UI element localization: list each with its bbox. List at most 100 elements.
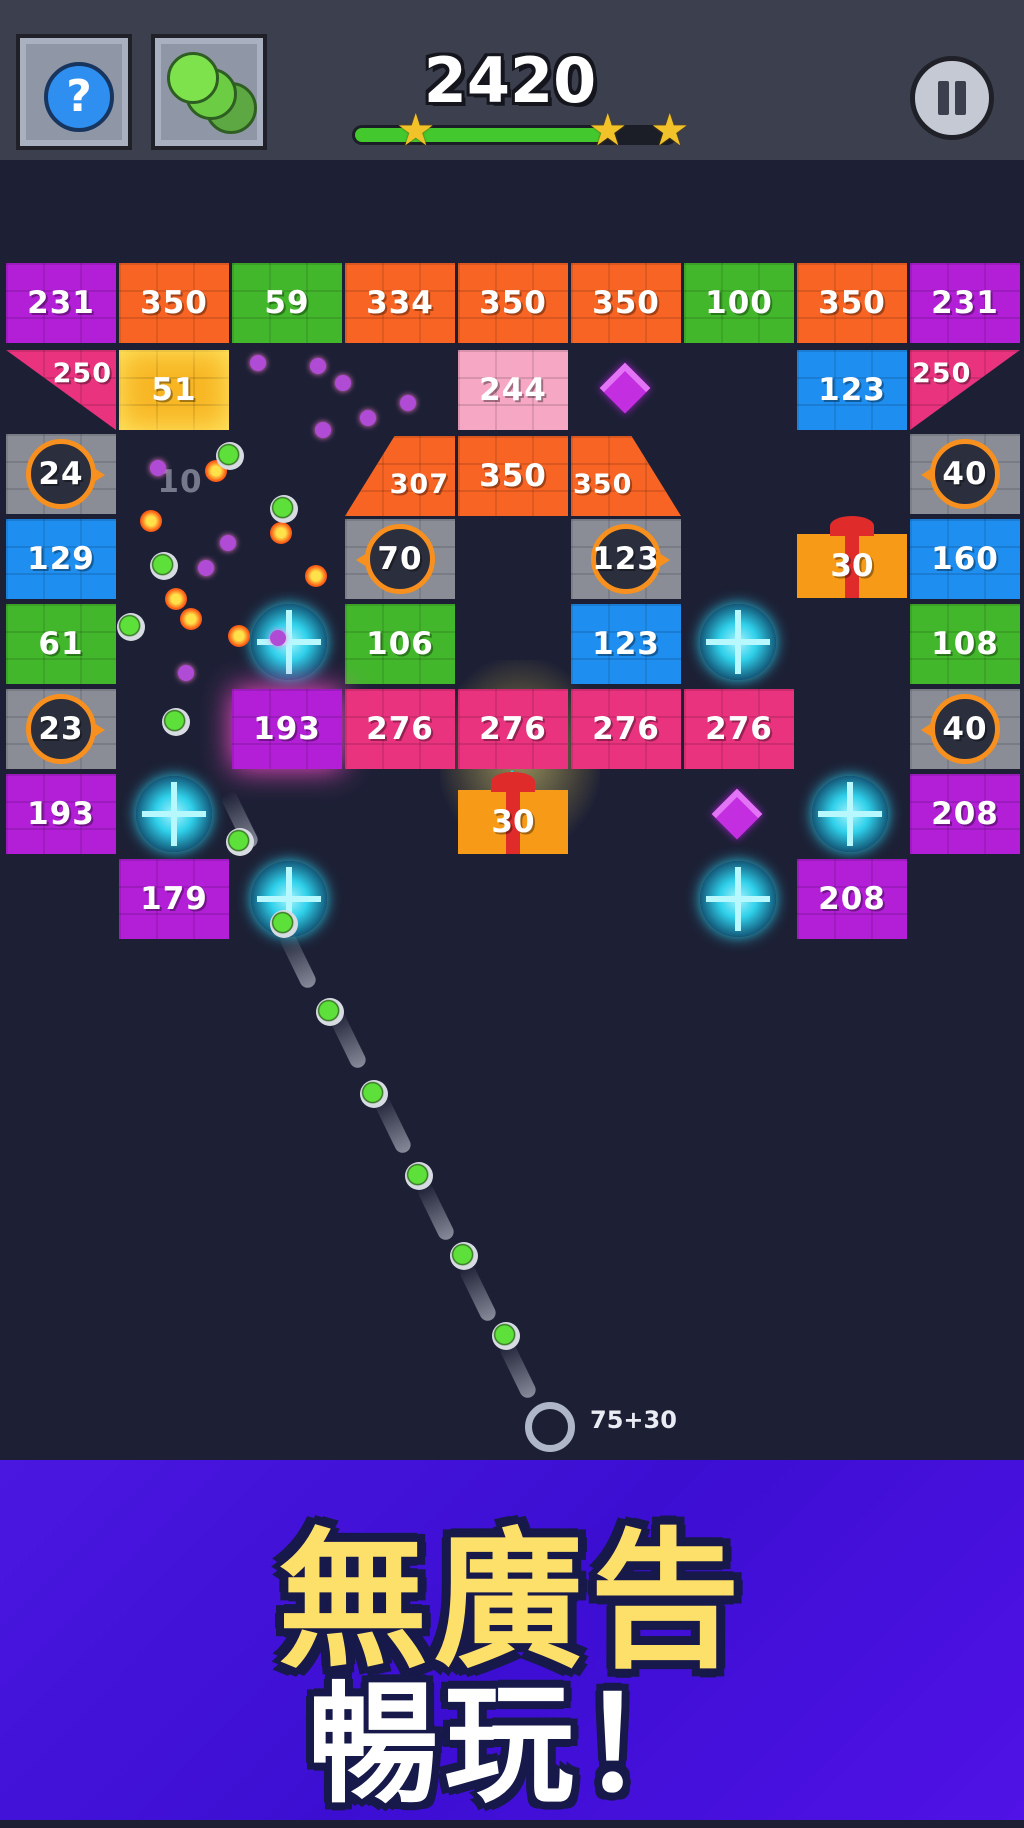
brick: 123 [571,604,681,684]
badge-brick: 40 [910,689,1020,769]
banner-subline: 暢玩！ [307,1669,716,1821]
triangle-brick: 250 [6,350,116,430]
brick: 276 [345,689,455,769]
brick: 59 [232,263,342,343]
fire-effect [270,522,292,544]
brick: 334 [345,263,455,343]
spark [198,560,214,576]
triangle-brick: 250 [910,350,1020,430]
top-hud: ? 2420 ★ ★ ★ [0,0,1024,160]
ball-trail [415,1181,457,1243]
spark [150,460,166,476]
spark [178,665,194,681]
spark [360,410,376,426]
cross-powerup-icon [700,861,776,937]
badge-value: 123 [592,541,660,577]
pause-button[interactable] [910,56,994,140]
badge-brick: 123 [571,519,681,599]
fire-effect [165,588,187,610]
fire-effect [228,625,250,647]
spark [335,375,351,391]
ball [492,1322,520,1350]
ball [270,495,298,523]
brick: 231 [6,263,116,343]
gift-box: 30 [797,516,907,598]
brick: 106 [345,604,455,684]
gift-value: 30 [830,548,874,584]
badge: 40 [921,694,1000,764]
ball [226,828,254,856]
badge: 123 [591,524,670,594]
gift-value: 30 [491,804,535,840]
ball [405,1162,433,1190]
brick: 350 [458,263,568,343]
fire-effect [140,510,162,532]
ball-skin-button[interactable] [151,34,267,150]
game-field[interactable]: 231 350 59 334 350 350 100 350 231 250 5… [0,160,1024,1460]
badge-value: 40 [942,456,988,492]
brick: 193 [232,689,342,769]
ball-trail [277,929,319,991]
brick: 208 [797,859,907,939]
brick: 208 [910,774,1020,854]
star-progress-fill [355,128,604,142]
ball [150,552,178,580]
badge-brick: 70 [345,519,455,599]
cross-powerup-icon [700,604,776,680]
gem-icon [711,788,763,840]
burning-brick: 51 [119,350,229,430]
pause-icon [955,81,966,115]
badge-value: 24 [38,456,84,492]
question-icon: ? [44,62,114,132]
cross-powerup-icon [136,776,212,852]
star-icon: ★ [396,105,436,156]
ball-trail [457,1262,499,1324]
badge-value: 40 [942,711,988,747]
spark [270,630,286,646]
badge-value: 70 [377,541,423,577]
brick: 350 [458,436,568,516]
bow-icon [491,772,535,792]
brick: 193 [6,774,116,854]
brick: 231 [910,263,1020,343]
brick: 350 [571,263,681,343]
cross-powerup-icon [812,776,888,852]
ball [360,1080,388,1108]
badge: 24 [26,439,105,509]
ball-count: 75+30 [590,1406,677,1434]
star-icon: ★ [650,105,690,156]
brick: 160 [910,519,1020,599]
brick: 276 [684,689,794,769]
spark [220,535,236,551]
ball [270,910,298,938]
ball-launcher[interactable] [525,1402,575,1452]
ball [216,442,244,470]
gift-box: 30 [458,772,568,854]
brick: 61 [6,604,116,684]
help-button[interactable]: ? [16,34,132,150]
brick: 179 [119,859,229,939]
trapezoid-brick: 350 [571,436,681,516]
spark [310,358,326,374]
ball [450,1242,478,1270]
fire-effect [180,608,202,630]
spark [315,422,331,438]
pause-icon [938,81,949,115]
ball [316,998,344,1026]
badge-brick: 40 [910,434,1020,514]
trapezoid-brick: 307 [345,436,455,516]
star-icon: ★ [588,105,628,156]
brick: 129 [6,519,116,599]
brick: 100 [684,263,794,343]
badge: 23 [26,694,105,764]
brick: 123 [797,350,907,430]
brick: 276 [458,689,568,769]
brick: 108 [910,604,1020,684]
badge: 40 [921,439,1000,509]
bow-icon [830,516,874,536]
badge: 70 [356,524,435,594]
fire-effect [305,565,327,587]
gem-icon [599,362,651,414]
spark [250,355,266,371]
badge-brick: 24 [6,434,116,514]
